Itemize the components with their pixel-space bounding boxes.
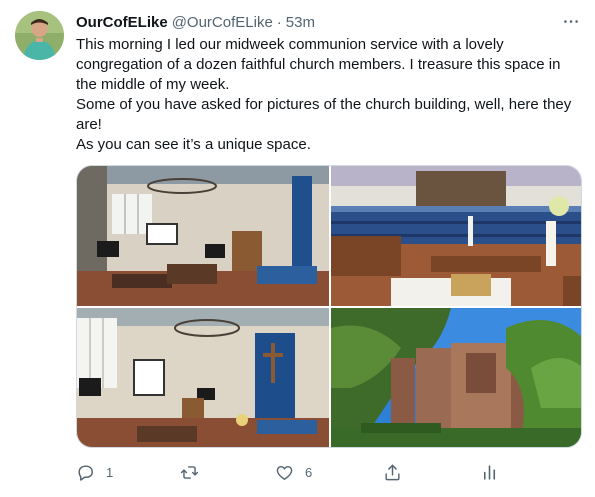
tweet-header: OurCofELike @OurCofELike · 53m [76, 12, 315, 32]
like-button[interactable]: 6 [275, 460, 312, 484]
more-dots-icon [564, 19, 578, 23]
photo-church-interior-3[interactable] [77, 308, 329, 447]
reply-count: 1 [106, 464, 114, 480]
retweet-button[interactable] [180, 460, 210, 484]
display-name[interactable]: OurCofELike [76, 14, 168, 31]
tweet-paragraph: As you can see it’s a unique space. [76, 136, 311, 153]
photo-church-interior-1[interactable] [77, 166, 329, 306]
photo-church-exterior[interactable] [331, 308, 581, 447]
timestamp[interactable]: 53m [286, 14, 315, 31]
user-handle[interactable]: @OurCofELike [172, 14, 273, 31]
heart-icon [276, 465, 293, 480]
analytics-button[interactable] [480, 460, 499, 484]
analytics-icon [483, 464, 496, 480]
avatar[interactable] [15, 11, 64, 60]
more-options-button[interactable] [558, 10, 584, 32]
media-grid [76, 165, 582, 448]
tweet-actions: 1 6 [76, 460, 546, 484]
reply-button[interactable]: 1 [76, 460, 113, 484]
tweet: OurCofELike @OurCofELike · 53m This morn… [0, 0, 595, 497]
retweet-icon [180, 465, 199, 479]
share-icon [385, 464, 400, 480]
separator-dot: · [276, 13, 282, 31]
reply-icon [78, 464, 93, 481]
tweet-paragraph: Some of you have asked for pictures of t… [76, 96, 572, 133]
photo-church-interior-2[interactable] [331, 166, 581, 306]
tweet-paragraph: This morning I led our midweek communion… [76, 36, 561, 93]
tweet-text: This morning I led our midweek communion… [76, 35, 582, 155]
like-count: 6 [305, 464, 313, 480]
share-button[interactable] [383, 460, 402, 484]
